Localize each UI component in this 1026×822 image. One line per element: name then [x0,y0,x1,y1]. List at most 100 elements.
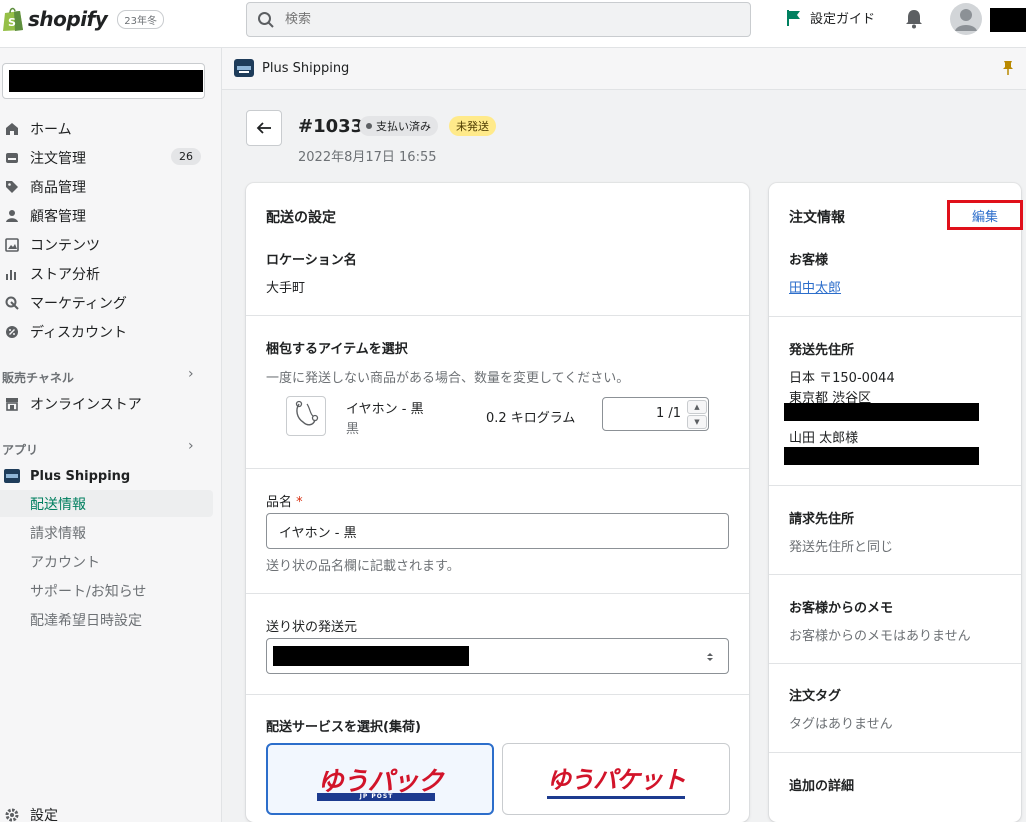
sidebar-item-analytics[interactable]: ストア分析 [0,261,213,287]
svg-text:S: S [8,16,16,29]
quantity-value: 1 /1 [655,406,681,421]
yu-pack-service-button[interactable]: ゆうパック JP POST [266,743,494,815]
top-bar: S shopify 23年冬 設定ガイド [0,0,1026,48]
quantity-stepper[interactable]: 1 /1 ▲ ▼ [602,397,709,431]
divider [246,468,749,469]
location-value: 大手町 [266,281,306,296]
sidebar-item-label: 注文管理 [30,151,86,167]
billing-label: 請求先住所 [789,512,855,527]
sidebar-item-marketing[interactable]: マーケティング [0,290,213,316]
sidebar-subitem-support[interactable]: サポート/お知らせ [0,577,213,604]
divider [246,593,749,594]
redacted-sender-value [273,646,469,666]
sidebar-item-label: ストア分析 [30,267,100,283]
shopify-bag-icon: S [3,7,23,31]
marketing-icon [4,295,20,311]
divider [769,316,1021,317]
setup-guide-button[interactable]: 設定ガイド [786,8,875,27]
tags-label: 注文タグ [789,689,842,704]
sender-label: 送り状の発送元 [266,620,358,635]
tag-icon [4,179,20,195]
apps-label: アプリ [2,443,39,457]
orders-icon [4,150,20,166]
status-dot-icon [366,123,372,129]
ship-to-label: 発送先住所 [789,343,855,358]
sidebar-item-label: 顧客管理 [30,209,86,225]
home-icon [4,121,20,137]
divider [769,752,1021,753]
sidebar-subitem-delivery-date[interactable]: 配達希望日時設定 [0,606,213,633]
sidebar-item-customers[interactable]: 顧客管理 [0,203,213,229]
yu-packet-logo: ゆうパケット [547,760,686,799]
redacted-store-name [9,70,203,92]
divider [769,663,1021,664]
sidebar-item-label: Plus Shipping [30,468,131,484]
sidebar-item-label: 設定 [30,808,58,822]
item-name-label-text: 品名 [266,495,293,510]
billing-value: 発送先住所と同じ [789,540,894,555]
brand-name: shopify [28,7,108,31]
plus-shipping-app-icon [234,59,254,77]
item-name-value: イヤホン - 黒 [279,525,357,541]
yu-packet-service-button[interactable]: ゆうパケット [502,743,730,815]
note-label: お客様からのメモ [789,601,894,616]
payment-status-label: 支払い済み [376,120,431,133]
sidebar: ホーム 注文管理 26 商品管理 顧客管理 コンテンツ ストア分析 マーケティン… [0,48,222,822]
redacted-phone-line [784,447,979,465]
redacted-address-line [784,403,979,421]
gear-icon [4,807,20,822]
search-input[interactable] [285,12,685,27]
search-bar[interactable] [246,2,751,37]
additional-details-label: 追加の詳細 [789,779,855,794]
sidebar-item-products[interactable]: 商品管理 [0,174,213,200]
sidebar-subitem-billing-info[interactable]: 請求情報 [0,519,213,546]
fulfillment-status-badge: 未発送 [449,116,496,136]
sidebar-item-discounts[interactable]: ディスカウント [0,319,213,345]
required-mark: * [296,495,303,510]
item-name-label: 品名 * [266,491,303,510]
bell-icon[interactable] [905,9,923,29]
product-variant: 黒 [346,422,360,437]
chevron-right-icon[interactable]: › [188,366,194,382]
pin-icon[interactable] [1002,60,1014,76]
quantity-decrement-button[interactable]: ▼ [687,415,707,429]
sidebar-item-online-store[interactable]: オンラインストア [0,391,213,417]
shopify-logo[interactable]: S shopify 23年冬 [2,6,165,32]
flag-icon [787,9,800,26]
arrow-left-icon [256,122,271,134]
product-name: イヤホン - 黒 [346,402,424,417]
store-selector[interactable] [2,63,205,99]
order-number: #1033 [298,116,364,137]
edit-button[interactable]: 編集 [947,200,1023,230]
sidebar-subitem-account[interactable]: アカウント [0,548,213,575]
customer-name-link[interactable]: 田中太郎 [789,277,841,296]
sidebar-item-settings[interactable]: 設定 [0,802,213,822]
note-value: お客様からのメモはありません [789,629,971,644]
plus-shipping-app-icon [4,468,20,484]
back-button[interactable] [246,110,282,146]
sidebar-item-orders[interactable]: 注文管理 26 [0,145,213,171]
sidebar-item-home[interactable]: ホーム [0,116,213,142]
divider [769,485,1021,486]
user-icon [955,9,977,31]
sales-channels-label: 販売チャネル [2,371,74,385]
sidebar-item-plus-shipping[interactable]: Plus Shipping [0,463,213,489]
sidebar-item-content[interactable]: コンテンツ [0,232,213,258]
search-icon [258,11,274,28]
quantity-increment-button[interactable]: ▲ [687,400,707,414]
sidebar-item-label: ホーム [30,122,72,138]
shipping-settings-title: 配送の設定 [266,210,336,226]
ship-country-zip: 日本 〒150-0044 [789,371,895,386]
sender-select[interactable] [266,638,729,674]
item-name-input[interactable]: イヤホン - 黒 [266,513,729,549]
payment-status-badge: 支払い済み [359,116,438,136]
sidebar-subitem-shipping-info[interactable]: 配送情報 [0,490,213,517]
avatar[interactable] [950,3,982,35]
items-label: 梱包するアイテムを選択 [266,342,408,357]
product-weight: 0.2 キログラム [486,411,576,426]
app-header: Plus Shipping [222,48,1026,90]
chevron-right-icon[interactable]: › [188,438,194,454]
select-arrows-icon [707,653,713,661]
item-name-help-text: 送り状の品名欄に記載されます。 [266,559,460,574]
setup-guide-label: 設定ガイド [810,12,876,27]
